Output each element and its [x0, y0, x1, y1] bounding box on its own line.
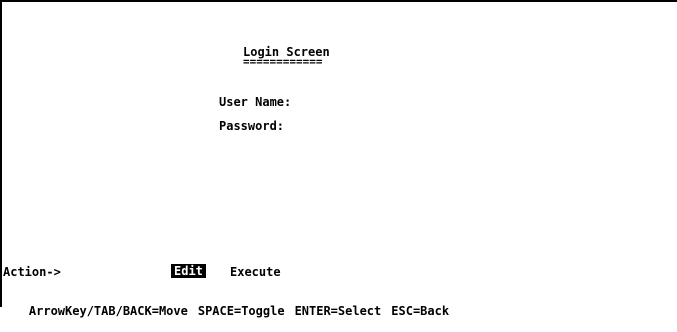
help-toggle: SPACE=Toggle [197, 304, 285, 318]
title-underline: ============ [243, 55, 323, 68]
password-field[interactable]: Password: [219, 119, 284, 133]
username-field[interactable]: User Name: [219, 95, 291, 109]
window-left-border [0, 0, 2, 307]
help-select: ENTER=Select [294, 304, 382, 318]
edit-action-button[interactable]: Edit [171, 264, 206, 278]
keyboard-help-bar: ArrowKey/TAB/BACK=Move SPACE=Toggle ENTER=… [0, 290, 449, 332]
window-top-border [0, 0, 677, 2]
terminal-screen: Login Screen ============ User Name: Pas… [0, 0, 677, 318]
help-move: ArrowKey/TAB/BACK=Move [28, 304, 188, 318]
execute-action-button[interactable]: Execute [230, 265, 281, 279]
action-label: Action-> [3, 265, 61, 279]
help-back: ESC=Back [391, 304, 450, 318]
